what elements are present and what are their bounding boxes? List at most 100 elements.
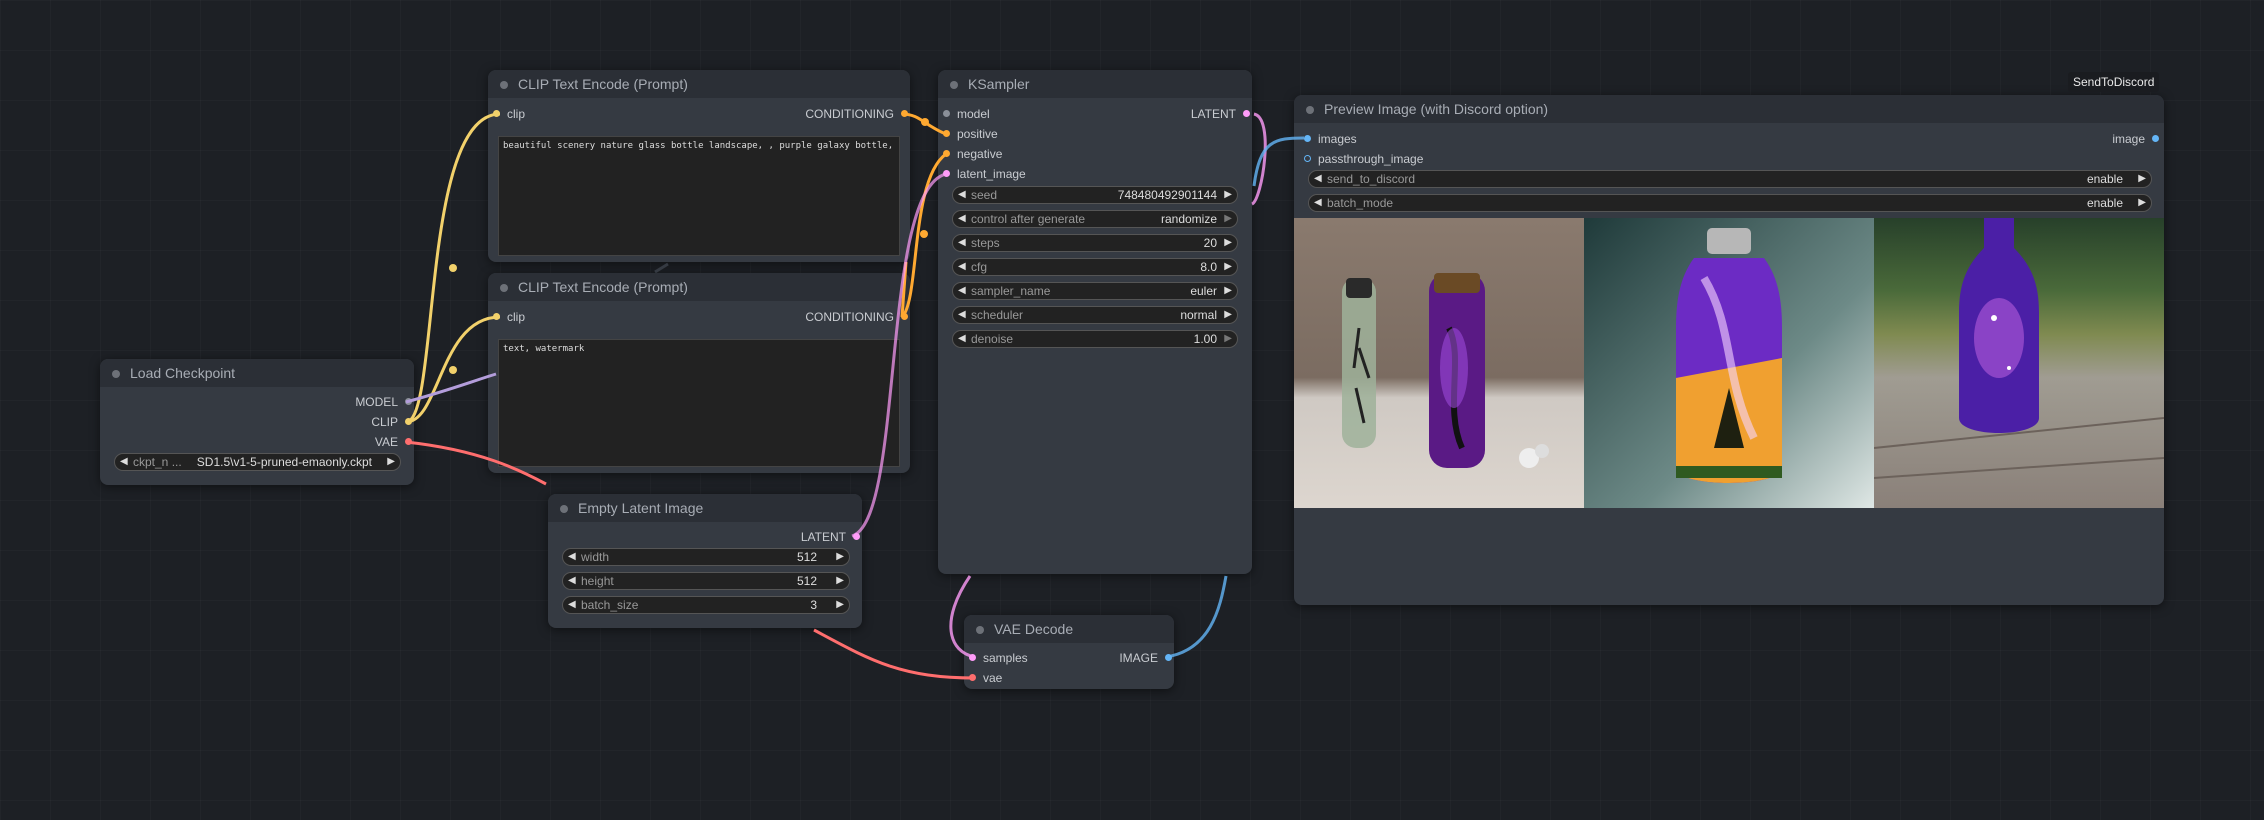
node-title-bar[interactable]: KSampler xyxy=(938,70,1252,98)
collapse-dot[interactable] xyxy=(112,370,120,378)
arrow-right-icon[interactable]: ▶ xyxy=(387,454,395,470)
slot-dot[interactable] xyxy=(405,438,412,445)
node-title-bar[interactable]: Empty Latent Image xyxy=(548,494,862,522)
empty-latent-image-node[interactable]: Empty Latent Image LATENT ◀ width 512 ▶ ◀ he… xyxy=(548,494,862,628)
collapse-dot[interactable] xyxy=(950,81,958,89)
slot-dot[interactable] xyxy=(493,110,500,117)
slot-dot[interactable] xyxy=(969,654,976,661)
input-latent-image[interactable]: latent_image xyxy=(943,167,1026,181)
collapse-dot[interactable] xyxy=(1306,106,1314,114)
node-title-bar[interactable]: VAE Decode xyxy=(964,615,1174,643)
arrow-right-icon[interactable]: ▶ xyxy=(836,573,844,589)
ksampler-node[interactable]: KSampler model positive negative latent_… xyxy=(938,70,1252,574)
batch-size-widget[interactable]: ◀ batch_size 3 ▶ xyxy=(562,596,850,614)
collapse-dot[interactable] xyxy=(500,81,508,89)
output-clip[interactable]: CLIP xyxy=(371,415,412,429)
arrow-left-icon[interactable]: ◀ xyxy=(958,211,966,227)
height-widget[interactable]: ◀ height 512 ▶ xyxy=(562,572,850,590)
arrow-right-icon[interactable]: ▶ xyxy=(1224,307,1232,323)
slot-dot[interactable] xyxy=(901,313,908,320)
ckpt-name-widget[interactable]: ◀ ckpt_n ... SD1.5\v1-5-pruned-emaonly.c… xyxy=(114,453,401,471)
arrow-left-icon[interactable]: ◀ xyxy=(120,454,128,470)
arrow-left-icon[interactable]: ◀ xyxy=(958,307,966,323)
node-title-bar[interactable]: Preview Image (with Discord option) xyxy=(1294,95,2164,123)
slot-dot[interactable] xyxy=(1304,135,1311,142)
slot-dot[interactable] xyxy=(405,418,412,425)
send-to-discord-widget[interactable]: ◀ send_to_discord enable ▶ xyxy=(1308,170,2152,188)
input-clip[interactable]: clip xyxy=(493,107,525,121)
arrow-right-icon[interactable]: ▶ xyxy=(2138,195,2146,211)
input-positive[interactable]: positive xyxy=(943,127,998,141)
slot-dot[interactable] xyxy=(901,110,908,117)
sampler-name-widget[interactable]: ◀ sampler_name euler ▶ xyxy=(952,282,1238,300)
node-title-bar[interactable]: Load Checkpoint xyxy=(100,359,414,387)
control-after-generate-widget[interactable]: ◀ control after generate randomize ▶ xyxy=(952,210,1238,228)
output-model[interactable]: MODEL xyxy=(355,395,412,409)
arrow-left-icon[interactable]: ◀ xyxy=(568,573,576,589)
cfg-widget[interactable]: ◀ cfg 8.0 ▶ xyxy=(952,258,1238,276)
collapse-dot[interactable] xyxy=(976,626,984,634)
arrow-left-icon[interactable]: ◀ xyxy=(958,259,966,275)
output-latent[interactable]: LATENT xyxy=(801,530,860,544)
output-vae[interactable]: VAE xyxy=(375,435,412,449)
input-images[interactable]: images xyxy=(1304,132,1357,146)
preview-image-node[interactable]: Preview Image (with Discord option) imag… xyxy=(1294,95,2164,605)
arrow-right-icon[interactable]: ▶ xyxy=(1224,187,1232,203)
arrow-left-icon[interactable]: ◀ xyxy=(958,331,966,347)
slot-dot[interactable] xyxy=(943,110,950,117)
preview-image-2[interactable] xyxy=(1584,218,1874,508)
output-image[interactable]: image xyxy=(2112,132,2159,146)
input-passthrough-image[interactable]: passthrough_image xyxy=(1304,152,1423,166)
input-model[interactable]: model xyxy=(943,107,990,121)
node-title-bar[interactable]: CLIP Text Encode (Prompt) xyxy=(488,70,910,98)
collapse-dot[interactable] xyxy=(560,505,568,513)
output-image[interactable]: IMAGE xyxy=(1119,651,1172,665)
clip-text-encode-positive-node[interactable]: CLIP Text Encode (Prompt) clip CONDITION… xyxy=(488,70,910,262)
arrow-right-icon[interactable]: ▶ xyxy=(836,597,844,613)
clip-text-encode-negative-node[interactable]: CLIP Text Encode (Prompt) clip CONDITION… xyxy=(488,273,910,473)
arrow-left-icon[interactable]: ◀ xyxy=(1314,195,1322,211)
arrow-left-icon[interactable]: ◀ xyxy=(958,187,966,203)
input-negative[interactable]: negative xyxy=(943,147,1002,161)
slot-dot[interactable] xyxy=(493,313,500,320)
arrow-left-icon[interactable]: ◀ xyxy=(958,283,966,299)
prompt-textarea[interactable]: beautiful scenery nature glass bottle la… xyxy=(498,136,900,256)
slot-dot[interactable] xyxy=(943,130,950,137)
slot-dot[interactable] xyxy=(1243,110,1250,117)
arrow-left-icon[interactable]: ◀ xyxy=(568,549,576,565)
batch-mode-widget[interactable]: ◀ batch_mode enable ▶ xyxy=(1308,194,2152,212)
preview-image-3[interactable] xyxy=(1874,218,2164,508)
collapse-dot[interactable] xyxy=(500,284,508,292)
slot-dot[interactable] xyxy=(943,150,950,157)
vae-decode-node[interactable]: VAE Decode samples vae IMAGE xyxy=(964,615,1174,689)
steps-widget[interactable]: ◀ steps 20 ▶ xyxy=(952,234,1238,252)
load-checkpoint-node[interactable]: Load Checkpoint MODEL CLIP VAE ◀ ckpt_n … xyxy=(100,359,414,485)
arrow-right-icon[interactable]: ▶ xyxy=(1224,259,1232,275)
input-samples[interactable]: samples xyxy=(969,651,1028,665)
arrow-right-icon[interactable]: ▶ xyxy=(1224,211,1232,227)
slot-dot[interactable] xyxy=(1304,155,1311,162)
input-vae[interactable]: vae xyxy=(969,671,1002,685)
output-conditioning[interactable]: CONDITIONING xyxy=(805,107,908,121)
slot-dot[interactable] xyxy=(853,533,860,540)
arrow-left-icon[interactable]: ◀ xyxy=(568,597,576,613)
arrow-right-icon[interactable]: ▶ xyxy=(1224,331,1232,347)
slot-dot[interactable] xyxy=(1165,654,1172,661)
output-conditioning[interactable]: CONDITIONING xyxy=(805,310,908,324)
width-widget[interactable]: ◀ width 512 ▶ xyxy=(562,548,850,566)
node-title-bar[interactable]: CLIP Text Encode (Prompt) xyxy=(488,273,910,301)
arrow-right-icon[interactable]: ▶ xyxy=(1224,283,1232,299)
arrow-left-icon[interactable]: ◀ xyxy=(958,235,966,251)
slot-dot[interactable] xyxy=(405,398,412,405)
output-latent[interactable]: LATENT xyxy=(1191,107,1250,121)
arrow-right-icon[interactable]: ▶ xyxy=(2138,171,2146,187)
denoise-widget[interactable]: ◀ denoise 1.00 ▶ xyxy=(952,330,1238,348)
slot-dot[interactable] xyxy=(2152,135,2159,142)
seed-widget[interactable]: ◀ seed 748480492901144 ▶ xyxy=(952,186,1238,204)
slot-dot[interactable] xyxy=(969,674,976,681)
prompt-textarea[interactable]: text, watermark xyxy=(498,339,900,467)
arrow-right-icon[interactable]: ▶ xyxy=(1224,235,1232,251)
scheduler-widget[interactable]: ◀ scheduler normal ▶ xyxy=(952,306,1238,324)
input-clip[interactable]: clip xyxy=(493,310,525,324)
arrow-left-icon[interactable]: ◀ xyxy=(1314,171,1322,187)
